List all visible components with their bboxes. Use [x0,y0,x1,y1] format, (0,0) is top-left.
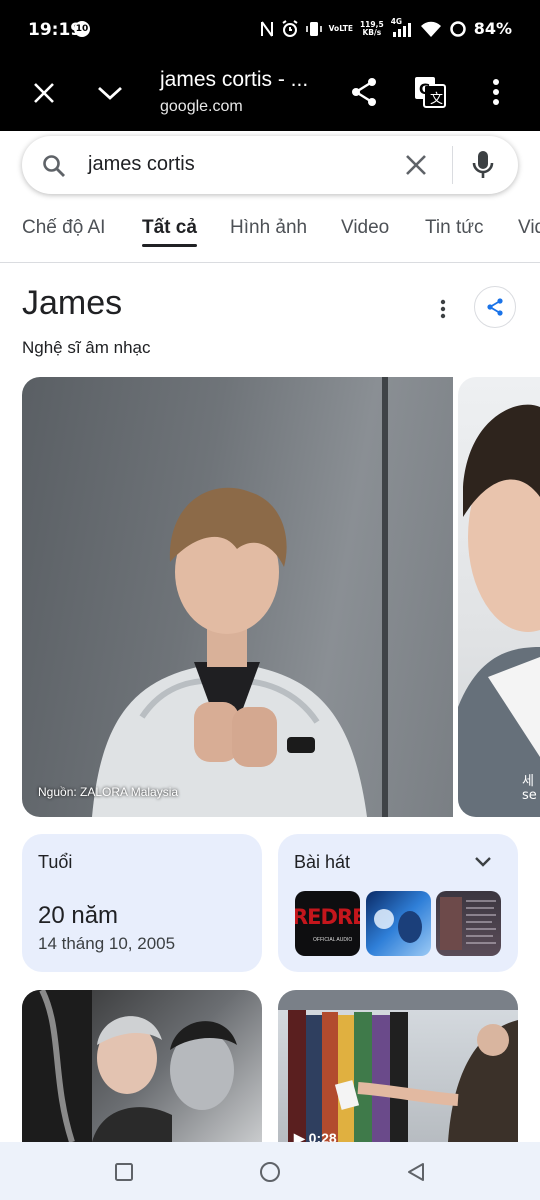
recents-button[interactable] [114,1162,134,1182]
song-thumbnail-title: REDRE [295,905,360,929]
image-background-detail [382,377,388,817]
video-result-tile[interactable]: ▶ 0:28 [278,990,518,1142]
search-input[interactable]: james cortis [88,153,195,176]
entity-main-image[interactable]: Nguồn: ZALORA Malaysia [22,377,453,817]
close-button[interactable] [26,75,62,111]
entity-subtitle: Nghệ sĩ âm nhạc [22,338,151,357]
tracklist-art-icon [440,897,496,950]
person-photo-side [458,404,540,817]
more-vert-icon [440,299,446,319]
wifi-icon [420,21,441,37]
entity-share-button[interactable] [474,286,516,328]
image-result-tile-1[interactable] [22,990,262,1142]
tab-video[interactable]: Video [341,217,389,239]
cell-signal-icon: 4G [391,17,413,38]
clear-search-button[interactable] [404,153,430,179]
system-nav-bar [0,1142,540,1200]
notification-badge: 10 [74,21,90,37]
tab-news[interactable]: Tin tức [425,217,483,239]
entity-side-image[interactable]: 세 se [458,377,540,817]
age-label: Tuổi [38,852,73,872]
translate-button[interactable]: G文 [410,72,450,112]
share-icon [487,298,503,316]
vibrate-icon [305,21,322,36]
microphone-icon [472,151,494,178]
recents-icon [115,1163,133,1181]
tab-video-more[interactable]: Vid [518,217,540,239]
svg-text:G: G [419,82,431,98]
songs-label: Bài hát [294,852,351,872]
image-credit: Nguồn: ZALORA Malaysia [38,785,179,799]
song-thumbnail-caption: OFFICIAL AUDIO [313,937,353,943]
search-icon [43,155,65,177]
song-thumbnail-3[interactable] [436,891,501,956]
tab-images[interactable]: Hình ảnh [230,217,307,239]
search-divider [452,146,453,184]
song-thumbnail-1[interactable]: REDRE OFFICIAL AUDIO [295,891,360,956]
status-icons: VoLTE 119,5 KB/s 4G 84% [260,17,512,38]
volte-indicator: VoLTE [328,23,353,33]
translate-icon: G文 [415,77,446,108]
minimize-button[interactable] [92,75,128,111]
people-photo [22,990,237,1142]
age-card[interactable]: Tuổi 20 năm 14 tháng 10, 2005 [22,834,262,972]
status-bar: 19:19 10 VoLTE 119,5 KB/s 4G 84% [0,0,540,58]
share-page-button[interactable] [346,72,382,112]
clear-icon [406,155,426,175]
more-vert-icon [493,79,499,105]
back-icon [408,1163,424,1181]
voice-search-button[interactable] [472,150,498,180]
entity-name: James [22,284,123,322]
age-value: 20 năm [38,902,119,929]
close-icon [34,83,54,103]
video-duration: ▶ 0:28 [294,1130,337,1142]
side-image-caption: 세 se [522,774,537,803]
alarm-icon [282,19,298,37]
tab-all[interactable]: Tất cả [142,217,197,239]
song-art-icon [374,909,422,943]
chevron-down-icon [98,86,122,100]
song-thumbnail-2[interactable] [366,891,431,956]
page-url: google.com [160,98,243,115]
entity-more-button[interactable] [430,296,456,322]
home-icon [260,1162,280,1182]
more-options-button[interactable] [478,72,514,112]
battery-ring-icon [449,20,466,37]
page-title: james cortis - ... [160,68,309,91]
svg-text:文: 文 [430,92,443,107]
home-button[interactable] [259,1161,281,1183]
birth-date: 14 tháng 10, 2005 [38,934,176,953]
active-tab-indicator [142,244,197,247]
battery-level: 84% [473,19,512,38]
custom-tab-toolbar: james cortis - ... google.com G文 [0,58,540,131]
search-bar[interactable]: james cortis [22,136,518,194]
search-tabs: Chế độ AI Tất cả Hình ảnh Video Tin tức … [0,206,540,263]
share-icon [352,78,376,106]
network-speed: 119,5 KB/s [359,19,384,37]
nfc-icon [260,20,273,37]
store-photo [278,990,518,1142]
chevron-down-icon[interactable] [474,856,492,868]
person-photo [92,487,367,817]
songs-card[interactable]: Bài hát REDRE OFFICIAL AUDIO [278,834,518,972]
back-button[interactable] [406,1162,426,1182]
tab-ai-mode[interactable]: Chế độ AI [22,217,105,239]
